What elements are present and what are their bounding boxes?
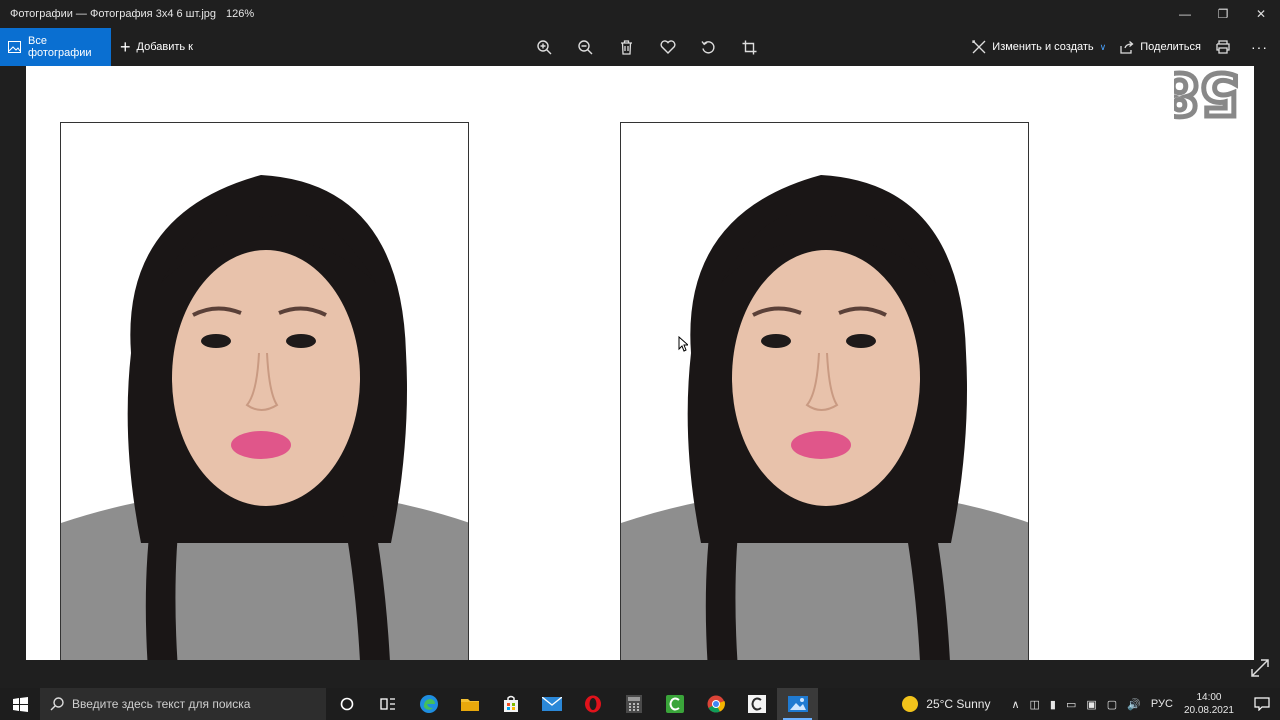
weather-desc: Sunny [956,697,991,711]
toolbar-actions [524,28,770,66]
clock[interactable]: 14:00 20.08.2021 [1184,691,1234,717]
more-icon[interactable]: ··· [1251,39,1268,55]
plus-icon: + [120,37,131,57]
chrome-icon[interactable] [695,688,736,720]
edit-create-button[interactable]: Изменить и создать ∨ [972,40,1106,54]
camtasia-recorder-icon[interactable] [736,688,777,720]
favorite-icon[interactable] [647,28,688,66]
weather-widget[interactable]: 25°C Sunny [902,696,990,712]
toolbar: Все фотографии + Добавить к Изменить и с… [0,28,1280,66]
zoom-out-icon[interactable] [565,28,606,66]
photo-sheet: 58 [26,66,1254,660]
clock-date: 20.08.2021 [1183,705,1234,716]
share-icon [1120,40,1134,54]
task-view-icon[interactable] [367,688,408,720]
window-controls: — ❐ ✕ [1166,0,1280,28]
display-icon[interactable]: ▢ [1107,698,1117,711]
system-tray: 25°C Sunny ∧ ◫ ▮ ▭ ▣ ▢ 🔊 РУС 14:00 20.08… [902,688,1280,720]
edit-create-label: Изменить и создать [992,41,1094,53]
opera-icon[interactable] [572,688,613,720]
window-title: Фотографии — Фотография 3х4 6 шт.jpg 126% [10,8,255,20]
calculator-icon[interactable] [613,688,654,720]
search-icon [50,697,64,711]
mail-icon[interactable] [531,688,572,720]
svg-text:58: 58 [1174,66,1240,128]
microphone-icon[interactable]: ▮ [1050,698,1056,711]
search-placeholder: Введите здесь текст для поиска [72,697,251,711]
notification-icon[interactable] [1244,697,1280,711]
store-icon[interactable] [490,688,531,720]
share-label: Поделиться [1140,41,1201,53]
mouse-cursor-icon [678,336,688,352]
volume-icon[interactable]: 🔊 [1127,698,1141,711]
photo-viewer[interactable]: 58 [0,66,1280,688]
toolbar-right: Изменить и создать ∨ Поделиться ··· [972,28,1280,66]
language-indicator[interactable]: РУС [1151,698,1173,710]
chevron-up-icon[interactable]: ∧ [1011,698,1019,711]
meet-now-icon[interactable]: ◫ [1030,698,1040,711]
delete-icon[interactable] [606,28,647,66]
edit-icon [972,40,986,54]
battery-icon[interactable]: ▭ [1066,698,1076,711]
zoom-in-icon[interactable] [524,28,565,66]
taskbar-search-input[interactable]: Введите здесь текст для поиска [40,688,326,720]
maximize-icon[interactable]: ❐ [1204,0,1242,28]
close-icon[interactable]: ✕ [1242,0,1280,28]
stamp-mark: 58 [1174,66,1243,131]
add-to-button[interactable]: + Добавить к [120,28,193,66]
passport-photo-2[interactable] [620,122,1029,660]
share-button[interactable]: Поделиться [1120,40,1201,54]
rotate-icon[interactable] [688,28,729,66]
title-bar: Фотографии — Фотография 3х4 6 шт.jpg 126%… [0,0,1280,28]
minimize-icon[interactable]: — [1166,0,1204,28]
passport-photo-1[interactable] [60,122,469,660]
photos-icon [8,41,21,53]
windows-start-icon[interactable] [0,688,40,720]
edge-icon[interactable] [408,688,449,720]
photos-app-icon[interactable] [777,688,818,720]
taskbar: Введите здесь текст для поиска 25°C Sunn… [0,688,1280,720]
zoom-level: 126% [226,8,255,20]
network-icon[interactable]: ▣ [1086,698,1096,711]
cortana-icon[interactable] [326,688,367,720]
chevron-down-icon: ∨ [1099,41,1107,52]
all-photos-label: Все фотографии [28,35,92,59]
all-photos-button[interactable]: Все фотографии [0,28,111,66]
weather-temp: 25°C [926,697,954,711]
crop-icon[interactable] [729,28,770,66]
clock-time: 14:00 [1196,692,1222,703]
sun-icon [902,696,919,712]
add-to-label: Добавить к [136,41,193,53]
print-icon[interactable] [1215,40,1237,54]
file-explorer-icon[interactable] [449,688,490,720]
camtasia-icon[interactable] [654,688,695,720]
fullscreen-icon[interactable] [1250,658,1270,678]
